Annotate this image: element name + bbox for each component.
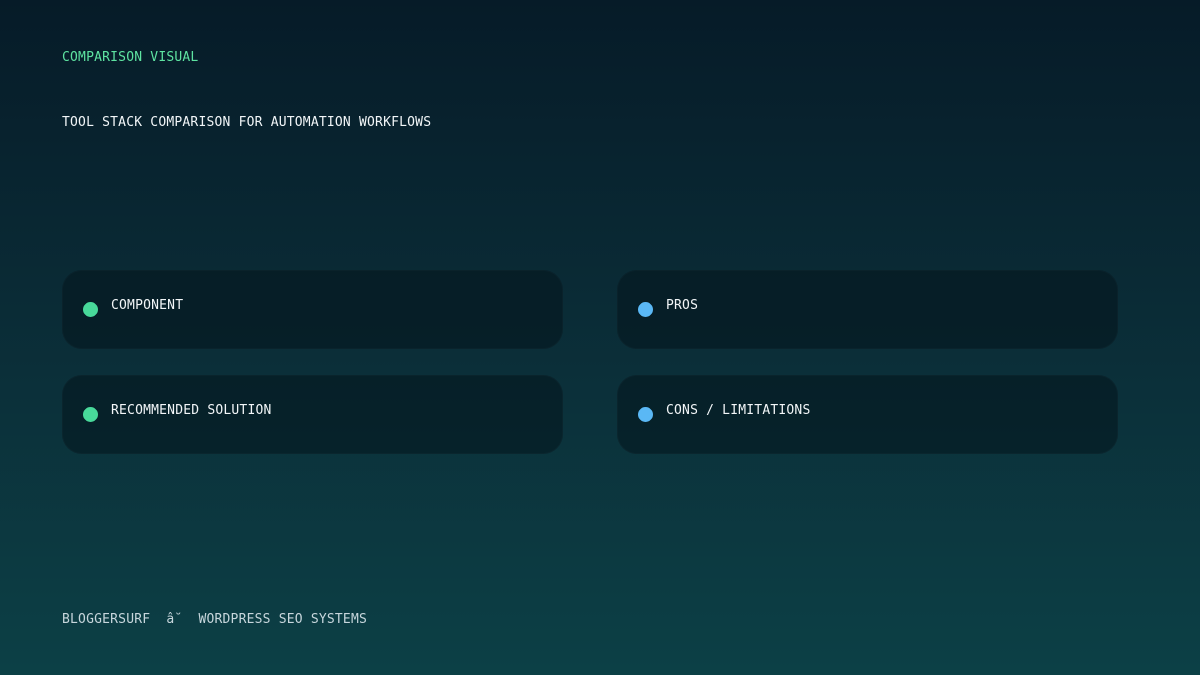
card-label: CONS / LIMITATIONS [666,403,811,418]
green-dot-icon [83,302,98,317]
blue-dot-icon [638,302,653,317]
section-kicker: COMPARISON VISUAL [62,50,199,65]
card-component: COMPONENT [62,270,563,349]
card-pros: PROS [617,270,1118,349]
card-label: COMPONENT [111,298,184,313]
card-label: RECOMMENDED SOLUTION [111,403,272,418]
card-cons-limitations: CONS / LIMITATIONS [617,375,1118,454]
page-title: TOOL STACK COMPARISON FOR AUTOMATION WOR… [62,115,432,130]
card-recommended-solution: RECOMMENDED SOLUTION [62,375,563,454]
blue-dot-icon [638,407,653,422]
footer-credit: BLOGGERSURF â˘ WORDPRESS SEO SYSTEMS [62,612,368,627]
green-dot-icon [83,407,98,422]
card-label: PROS [666,298,699,313]
